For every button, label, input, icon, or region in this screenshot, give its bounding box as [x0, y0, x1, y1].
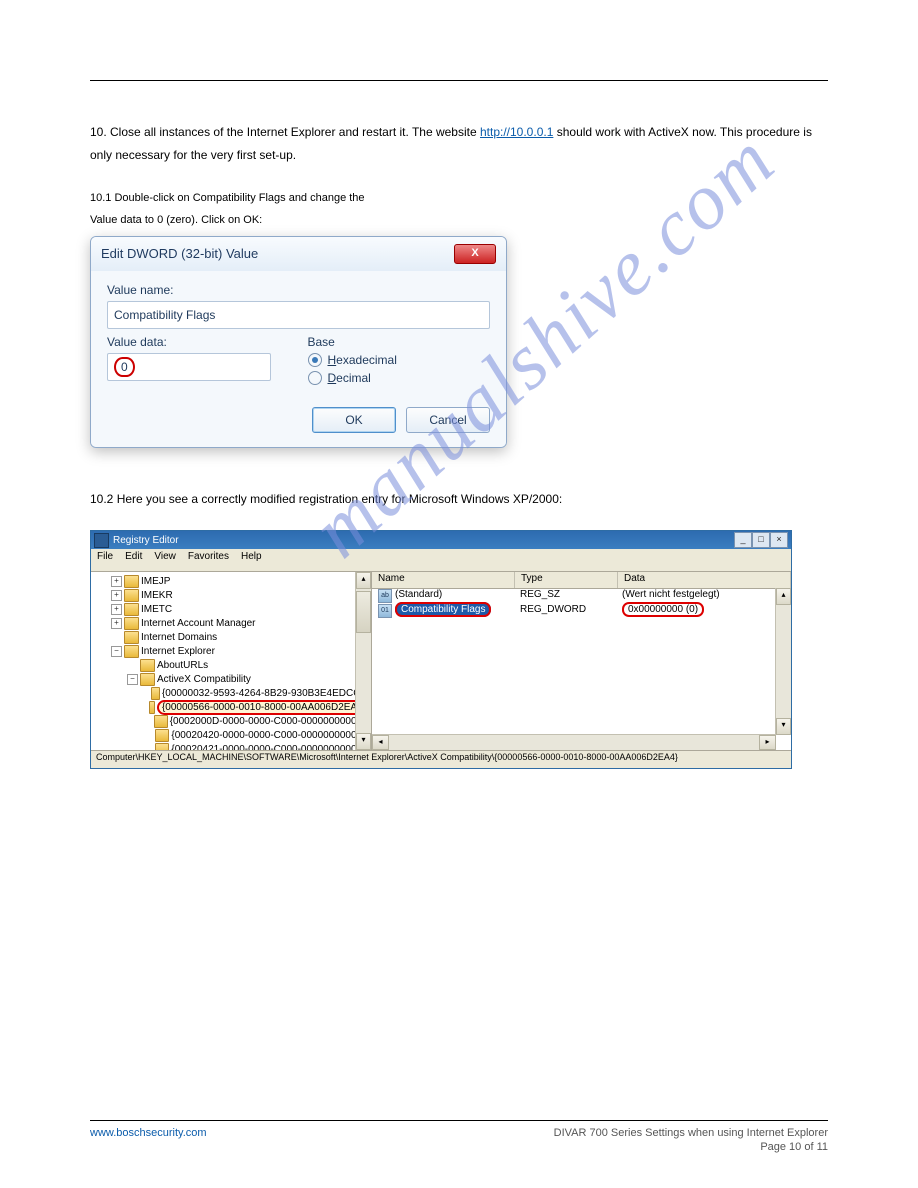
value-data-label: Value data:: [107, 335, 290, 349]
string-value-icon: ab: [378, 589, 392, 603]
value-data-text: 0: [114, 357, 135, 377]
radio-icon: [308, 371, 322, 385]
page-footer: www.boschsecurity.com DIVAR 700 Series S…: [0, 1112, 918, 1153]
scroll-thumb[interactable]: [356, 591, 371, 633]
maximize-icon[interactable]: □: [752, 532, 770, 548]
tree-node-abouturls[interactable]: AboutURLs: [157, 660, 208, 671]
value-list: Name Type Data ab(Standard) REG_SZ (Wert…: [372, 572, 791, 750]
radio-dec[interactable]: Decimal: [308, 371, 491, 385]
folder-icon: [155, 743, 169, 751]
tree-node-imetc[interactable]: IMETC: [141, 604, 172, 615]
value-name-label: Value name:: [107, 283, 490, 297]
expander-icon[interactable]: +: [111, 618, 122, 629]
folder-icon: [140, 673, 155, 686]
status-bar: Computer\HKEY_LOCAL_MACHINE\SOFTWARE\Mic…: [91, 750, 791, 768]
edit-dword-dialog: Edit DWORD (32-bit) Value X Value name: …: [90, 236, 507, 448]
tree-node-activex[interactable]: ActiveX Compatibility: [157, 674, 251, 685]
window-title: Registry Editor: [113, 535, 179, 546]
value-name: Compatibility Flags: [395, 602, 491, 617]
column-name[interactable]: Name: [372, 572, 515, 588]
footer-doc-title: DIVAR 700 Series Settings when using Int…: [554, 1127, 828, 1139]
tree-node-guid[interactable]: {0002000D-0000-0000-C000-000000000046}: [170, 716, 371, 727]
cancel-button[interactable]: Cancel: [406, 407, 490, 433]
value-name-text: Compatibility Flags: [114, 308, 215, 322]
regedit-icon: [94, 533, 109, 548]
scroll-up-icon[interactable]: ▴: [776, 588, 791, 605]
ip-link[interactable]: http://10.0.0.1: [480, 125, 553, 139]
expander-icon[interactable]: −: [127, 674, 138, 685]
menu-bar: File Edit View Favorites Help: [91, 549, 791, 572]
tree-node-iam[interactable]: Internet Account Manager: [141, 618, 256, 629]
value-name: (Standard): [395, 589, 442, 600]
scroll-down-icon[interactable]: ▾: [356, 733, 371, 750]
scrollbar-horizontal[interactable]: ◂ ▸: [372, 734, 776, 750]
close-icon[interactable]: X: [454, 244, 496, 264]
folder-icon: [124, 645, 139, 658]
expander-icon[interactable]: −: [111, 646, 122, 657]
scrollbar-vertical[interactable]: ▴ ▾: [355, 572, 371, 750]
heading-pre: 10. Close all instances of the Internet …: [90, 125, 480, 139]
expander-icon[interactable]: +: [111, 590, 122, 601]
scroll-left-icon[interactable]: ◂: [372, 735, 389, 750]
folder-icon: [149, 701, 155, 714]
folder-icon: [124, 589, 139, 602]
scroll-up-icon[interactable]: ▴: [356, 572, 371, 589]
menu-help[interactable]: Help: [241, 551, 262, 569]
dialog-title: Edit DWORD (32-bit) Value: [101, 246, 258, 261]
scrollbar-vertical[interactable]: ▴ ▾: [775, 588, 791, 735]
step-10-1-b: Value data to 0 (zero). Click on OK:: [90, 214, 828, 226]
tree-view[interactable]: + IMEJP + IMEKR + IMETC + Internet Account M…: [91, 572, 372, 750]
folder-icon: [124, 617, 139, 630]
step-10-2: 10.2 Here you see a correctly modified r…: [90, 488, 828, 511]
tree-node-guid-selected[interactable]: {00000566-0000-0010-8000-00AA006D2EA4}: [157, 700, 371, 715]
minimize-icon[interactable]: _: [734, 532, 752, 548]
column-type[interactable]: Type: [515, 572, 618, 588]
folder-icon: [151, 687, 160, 700]
tree-node-ie[interactable]: Internet Explorer: [141, 646, 215, 657]
radio-icon: [308, 353, 322, 367]
scroll-down-icon[interactable]: ▾: [776, 718, 791, 735]
value-type: REG_DWORD: [514, 604, 616, 619]
footer-page: Page 10 of 11: [760, 1141, 828, 1153]
value-row-selected[interactable]: 01Compatibility Flags REG_DWORD 0x000000…: [372, 604, 791, 619]
step-10-1-a: 10.1 Double-click on Compatibility Flags…: [90, 192, 828, 204]
expander-icon[interactable]: +: [111, 604, 122, 615]
top-rule: [90, 80, 828, 81]
value-data-input[interactable]: 0: [107, 353, 271, 381]
tree-node-imejp[interactable]: IMEJP: [141, 576, 170, 587]
tree-node-guid[interactable]: {00000032-9593-4264-8B29-930B3E4EDCCD}: [162, 688, 371, 699]
hex-label: exadecimal: [336, 353, 397, 367]
folder-icon: [124, 631, 139, 644]
value-data: 0x00000000 (0): [622, 602, 704, 617]
value-type: REG_SZ: [514, 589, 616, 604]
value-name-input[interactable]: Compatibility Flags: [107, 301, 490, 329]
menu-edit[interactable]: Edit: [125, 551, 142, 569]
expander-icon[interactable]: +: [111, 576, 122, 587]
heading-block: 10. Close all instances of the Internet …: [90, 121, 828, 167]
scroll-right-icon[interactable]: ▸: [759, 735, 776, 750]
dword-value-icon: 01: [378, 604, 392, 618]
folder-icon: [155, 729, 169, 742]
base-group-label: Base: [308, 335, 491, 349]
dec-label: ecimal: [336, 371, 371, 385]
menu-view[interactable]: View: [154, 551, 176, 569]
tree-node-intdom[interactable]: Internet Domains: [141, 632, 217, 643]
footer-website[interactable]: www.boschsecurity.com: [90, 1127, 207, 1139]
menu-file[interactable]: File: [97, 551, 113, 569]
folder-icon: [124, 575, 139, 588]
folder-icon: [124, 603, 139, 616]
folder-icon: [154, 715, 167, 728]
column-data[interactable]: Data: [618, 572, 791, 588]
tree-node-guid[interactable]: {00020420-0000-0000-C000-000000000046}: [171, 730, 371, 741]
radio-hex[interactable]: Hexadecimal: [308, 353, 491, 367]
tree-node-guid[interactable]: {00020421-0000-0000-C000-000000000046}: [171, 744, 371, 751]
ok-button[interactable]: OK: [312, 407, 396, 433]
menu-favorites[interactable]: Favorites: [188, 551, 229, 569]
close-icon[interactable]: ×: [770, 532, 788, 548]
registry-editor-window: Registry Editor _ □ × File Edit View Fav…: [90, 530, 792, 769]
folder-icon: [140, 659, 155, 672]
tree-node-imekr[interactable]: IMEKR: [141, 590, 173, 601]
